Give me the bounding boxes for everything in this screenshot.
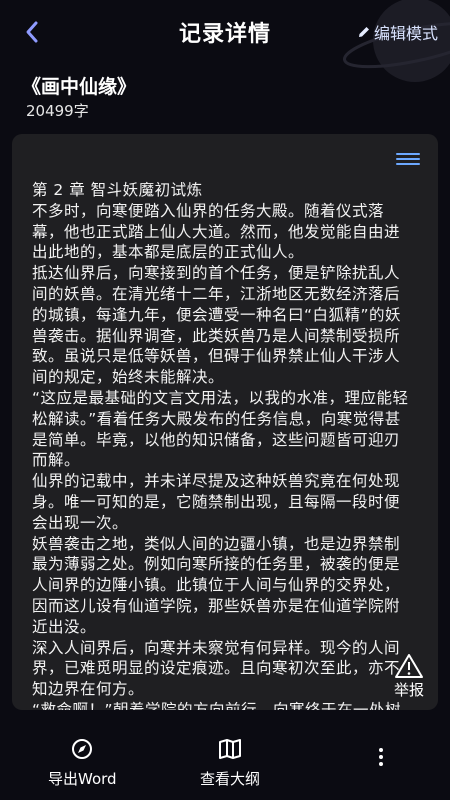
paragraph: 抵达仙界后，向寒接到的首个任务，便是铲除扰乱人间的妖兽。在清光绪十二年，江浙地区… bbox=[32, 264, 402, 387]
hamburger-menu-icon bbox=[396, 153, 420, 155]
compass-icon bbox=[72, 739, 93, 759]
report-button[interactable]: 举报 bbox=[383, 653, 435, 703]
warning-triangle-icon bbox=[395, 654, 423, 678]
more-vertical-icon bbox=[379, 748, 383, 752]
edit-mode-button[interactable]: 编辑模式 bbox=[357, 20, 438, 44]
paragraph: “救命啊！”朝着学院的方向前行，向寒终于在一处树林中听闻呼救声。听觉与嗅觉皆变得… bbox=[32, 700, 402, 710]
paragraph: 深入人间界后，向寒并未察觉有何异样。现今的人间界，已难觅明显的设定痕迹。且向寒初… bbox=[32, 638, 401, 699]
view-outline-label: 查看大纲 bbox=[200, 770, 261, 788]
export-word-label: 导出Word bbox=[48, 770, 117, 788]
edit-mode-label: 编辑模式 bbox=[373, 24, 438, 43]
paragraph: “这应是最基础的文言文用法，以我的水准，理应能轻松解读。”看着任务大殿发布的任务… bbox=[32, 388, 409, 470]
paragraph: 妖兽袭击之地，类似人间的边疆小镇，也是边界禁制最为薄弱之处。例如向寒所接的任务里… bbox=[32, 534, 401, 636]
view-outline-button[interactable]: 查看大纲 bbox=[200, 738, 260, 789]
report-label: 举报 bbox=[393, 681, 424, 699]
header: 记录详情 编辑模式 bbox=[0, 0, 450, 82]
book-title: 《画中仙缘》 bbox=[22, 76, 137, 98]
hamburger-menu-button[interactable] bbox=[396, 150, 420, 170]
more-options-button[interactable] bbox=[374, 746, 388, 770]
pencil-icon bbox=[358, 27, 369, 37]
chapter-heading: 第 2 章 智斗妖魔初试炼 bbox=[32, 181, 203, 199]
open-book-icon bbox=[219, 739, 241, 759]
paragraph: 不多时，向寒便踏入仙界的任务大殿。随着仪式落幕，他也正式踏上仙人大道。然而，他发… bbox=[32, 201, 401, 262]
word-count: 20499字 bbox=[26, 102, 89, 120]
bottom-bar: 导出Word 查看大纲 bbox=[0, 722, 450, 800]
export-word-button[interactable]: 导出Word bbox=[48, 738, 117, 789]
chapter-text: 第 2 章 智斗妖魔初试炼 不多时，向寒便踏入仙界的任务大殿。随着仪式落幕，他也… bbox=[32, 180, 414, 710]
content-card: 第 2 章 智斗妖魔初试炼 不多时，向寒便踏入仙界的任务大殿。随着仪式落幕，他也… bbox=[12, 134, 438, 710]
paragraph: 仙界的记载中，并未详尽提及这种妖兽究竟在何处现身。唯一可知的是，它随禁制出现，且… bbox=[32, 472, 401, 532]
